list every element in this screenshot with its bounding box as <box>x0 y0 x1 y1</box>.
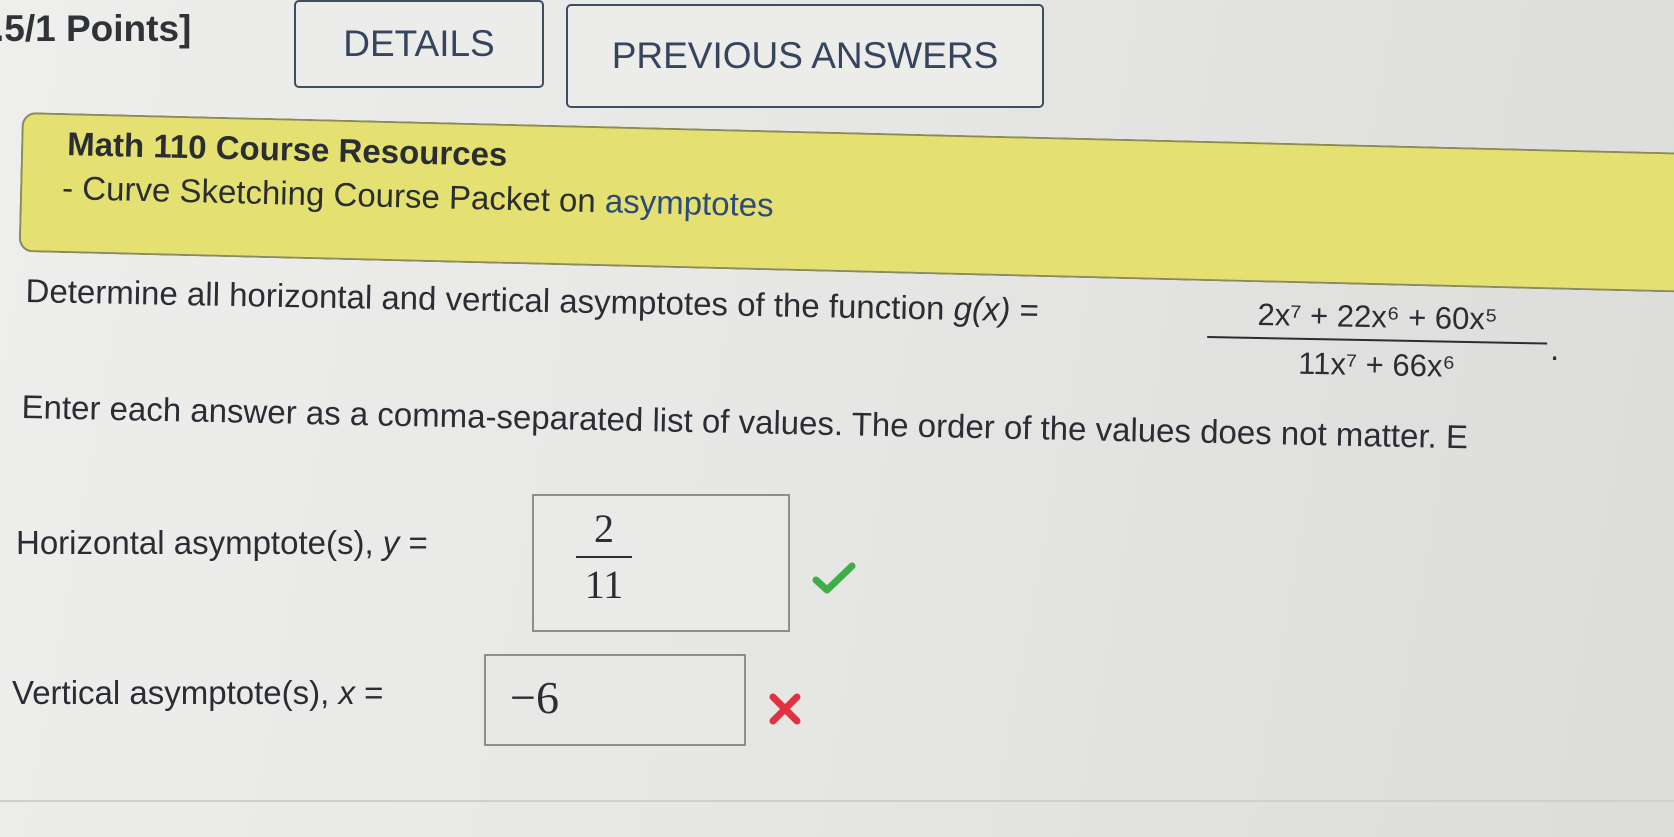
vertical-asymptote-input[interactable]: −6 <box>484 654 746 746</box>
horizontal-answer-fraction: 2 11 <box>574 506 634 608</box>
course-resources-title: Math 110 Course Resources <box>66 125 508 173</box>
details-button[interactable]: DETAILS <box>294 0 544 88</box>
answer-instructions: Enter each answer as a comma-separated l… <box>21 388 1469 456</box>
horizontal-answer-numerator: 2 <box>594 506 614 551</box>
check-icon <box>812 562 856 594</box>
cross-icon <box>769 693 801 725</box>
course-resources-link-row: - Curve Sketching Course Packet on asymp… <box>62 169 774 224</box>
horizontal-label-var: y <box>382 524 400 561</box>
section-divider <box>0 800 1674 802</box>
vertical-label-suffix: = <box>354 674 384 711</box>
course-resources-link-prefix: - Curve Sketching Course Packet on <box>61 169 606 220</box>
function-equals: = <box>1010 290 1040 329</box>
horizontal-asymptote-label: Horizontal asymptote(s), y = <box>16 524 428 562</box>
question-period: . <box>1550 330 1560 367</box>
page: .5/1 Points] DETAILS PREVIOUS ANSWERS Ma… <box>0 0 1674 837</box>
horizontal-label-prefix: Horizontal asymptote(s), <box>16 524 383 561</box>
vertical-asymptote-label: Vertical asymptote(s), x = <box>12 674 383 712</box>
function-numerator: 2x⁷ + 22x⁶ + 60x⁵ <box>1257 296 1499 337</box>
course-resources-box: Math 110 Course Resources - Curve Sketch… <box>18 112 1674 294</box>
vertical-label-prefix: Vertical asymptote(s), <box>12 674 339 711</box>
vertical-label-var: x <box>338 674 355 711</box>
function-fraction: 2x⁷ + 22x⁶ + 60x⁵ 11x⁷ + 66x⁶ <box>1206 296 1548 387</box>
horizontal-answer-denominator: 11 <box>584 562 624 607</box>
question-prompt: Determine all horizontal and vertical as… <box>25 272 954 327</box>
asymptotes-link[interactable]: asymptotes <box>604 182 774 223</box>
previous-answers-button[interactable]: PREVIOUS ANSWERS <box>566 4 1044 108</box>
function-name: g(x) <box>953 289 1011 328</box>
function-denominator: 11x⁷ + 66x⁶ <box>1297 345 1456 384</box>
horizontal-asymptote-input[interactable]: 2 11 <box>532 494 790 632</box>
question-text: Determine all horizontal and vertical as… <box>25 272 1039 329</box>
horizontal-answer-bar <box>576 556 632 558</box>
horizontal-label-suffix: = <box>399 524 428 561</box>
points-label: .5/1 Points] <box>0 8 192 49</box>
